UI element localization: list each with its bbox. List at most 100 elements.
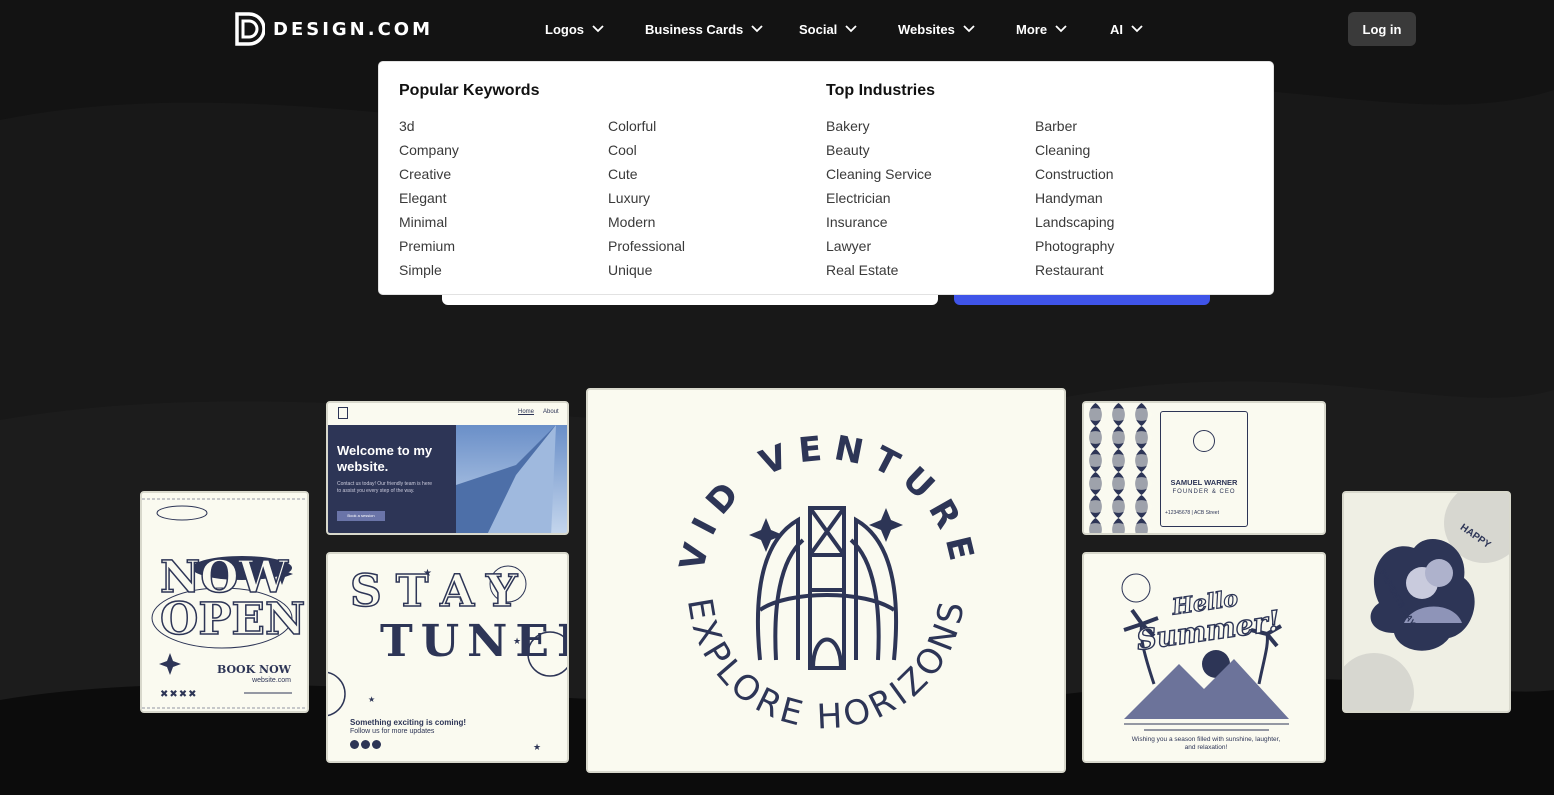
keyword-link[interactable]: Cool <box>608 138 685 162</box>
card-logo-icon <box>1193 430 1215 452</box>
nav-more-label: More <box>1016 21 1048 37</box>
industry-link[interactable]: Bakery <box>826 114 932 138</box>
keyword-link[interactable]: Unique <box>608 258 685 282</box>
industry-link[interactable]: Landscaping <box>1035 210 1114 234</box>
keyword-link[interactable]: Cute <box>608 162 685 186</box>
book-now-text: BOOK NOW <box>216 663 291 676</box>
industry-link[interactable]: Restaurant <box>1035 258 1114 282</box>
industry-link[interactable]: Lawyer <box>826 234 932 258</box>
website-text: website.com <box>252 677 291 684</box>
industry-link[interactable]: Real Estate <box>826 258 932 282</box>
logos-dropdown-menu: Popular Keywords Top Industries 3d Compa… <box>378 61 1274 295</box>
nav-business-cards[interactable]: Business Cards <box>645 20 763 38</box>
keyword-link[interactable]: Modern <box>608 210 685 234</box>
svg-text:★: ★ <box>533 742 541 752</box>
open-text: OPEN <box>159 594 306 645</box>
keyword-link[interactable]: Elegant <box>399 186 459 210</box>
building-image <box>456 425 567 533</box>
nav-ai[interactable]: AI <box>1110 20 1143 38</box>
website-cta: Book a session <box>337 511 385 521</box>
stay-tuned-follow: Follow us for more updates <box>350 728 435 735</box>
top-navigation: DESIGN.COM Logos Business Cards Social W… <box>0 0 1554 58</box>
hello-summer-post-card[interactable]: Hello Summer! Wishing you a season fille… <box>1082 552 1326 763</box>
social-icons <box>350 740 381 749</box>
card-contact: +12345678 | ACB Street <box>1165 510 1219 516</box>
website-navbar: Home About <box>328 403 567 425</box>
website-body: Contact us today! Our friendly team is h… <box>337 481 433 494</box>
summer-illustration <box>1121 573 1289 731</box>
x-marks: ✖✖✖✖ <box>160 689 198 700</box>
website-nav-about: About <box>543 409 559 415</box>
keyword-link[interactable]: 3d <box>399 114 459 138</box>
chevron-down-icon <box>751 25 763 33</box>
keyword-link[interactable]: Colorful <box>608 114 685 138</box>
brand-name: DESIGN.COM <box>273 18 433 40</box>
design-logo-icon <box>235 12 265 46</box>
industry-link[interactable]: Barber <box>1035 114 1114 138</box>
industries-column-1: Bakery Beauty Cleaning Service Electrici… <box>826 114 932 282</box>
nav-websites-label: Websites <box>898 21 955 37</box>
industry-link[interactable]: Handyman <box>1035 186 1114 210</box>
parents-day-post-card[interactable]: HAPPY PARENTS DAY <box>1342 491 1511 713</box>
industry-link[interactable]: Photography <box>1035 234 1114 258</box>
keywords-column-2: Colorful Cool Cute Luxury Modern Profess… <box>608 114 685 282</box>
summer-wish: Wishing you a season filled with sunshin… <box>1131 736 1281 751</box>
avid-ventures-artwork: AVID VENTURES EXPLORE HORIZONS <box>588 390 1064 771</box>
industry-link[interactable]: Construction <box>1035 162 1114 186</box>
now-text: NOW <box>159 552 288 603</box>
industries-column-2: Barber Cleaning Construction Handyman La… <box>1035 114 1114 282</box>
industry-link[interactable]: Cleaning <box>1035 138 1114 162</box>
industry-link[interactable]: Beauty <box>826 138 932 162</box>
stay-tuned-poster-card[interactable]: ★ ★ ★ ★ ★ STAY TUNED Something exciting … <box>326 552 569 763</box>
nav-social-label: Social <box>799 21 838 37</box>
nav-websites[interactable]: Websites <box>898 20 975 38</box>
tuned-text: TUNED <box>380 616 567 667</box>
login-button[interactable]: Log in <box>1348 12 1416 46</box>
keyword-link[interactable]: Simple <box>399 258 459 282</box>
instagram-icon <box>372 740 381 749</box>
stay-tuned-tagline: Something exciting is coming! <box>350 718 467 727</box>
chevron-down-icon <box>1055 25 1067 33</box>
now-open-title: NOW OPEN <box>159 552 306 645</box>
brand-logo[interactable]: DESIGN.COM <box>235 12 433 46</box>
website-headline: Welcome to my website. <box>337 443 433 474</box>
chevron-down-icon <box>963 25 975 33</box>
website-nav-home: Home <box>518 409 535 415</box>
nav-business-cards-label: Business Cards <box>645 21 744 37</box>
stay-text: STAY <box>349 565 532 618</box>
card-name: SAMUEL WARNER <box>1170 478 1238 487</box>
industry-link[interactable]: Cleaning Service <box>826 162 932 186</box>
keyword-link[interactable]: Luxury <box>608 186 685 210</box>
card-title: FOUNDER & CEO <box>1172 489 1236 495</box>
facebook-icon <box>350 740 359 749</box>
industry-link[interactable]: Insurance <box>826 210 932 234</box>
top-industries-heading: Top Industries <box>826 82 936 99</box>
card-frame: SAMUEL WARNER FOUNDER & CEO +12345678 | … <box>1160 411 1248 527</box>
keyword-link[interactable]: Professional <box>608 234 685 258</box>
website-template-card[interactable]: Home About Welcome to my website. Contac… <box>326 401 569 535</box>
industry-link[interactable]: Electrician <box>826 186 932 210</box>
keyword-link[interactable]: Company <box>399 138 459 162</box>
chevron-down-icon <box>1131 25 1143 33</box>
avid-ventures-logo-card[interactable]: AVID VENTURES EXPLORE HORIZONS <box>586 388 1066 773</box>
chevron-down-icon <box>592 25 604 33</box>
mini-logo-icon <box>338 407 348 419</box>
nav-more[interactable]: More <box>1016 20 1067 38</box>
nav-logos[interactable]: Logos <box>545 20 604 38</box>
nav-logos-label: Logos <box>545 21 584 37</box>
chevron-down-icon <box>845 25 857 33</box>
geometric-pattern <box>1084 403 1154 533</box>
svg-text:★: ★ <box>368 695 375 704</box>
keywords-column-1: 3d Company Creative Elegant Minimal Prem… <box>399 114 459 282</box>
nav-social[interactable]: Social <box>799 20 857 38</box>
keyword-link[interactable]: Minimal <box>399 210 459 234</box>
parents-day-illustration <box>1344 493 1509 711</box>
twitter-icon <box>361 740 370 749</box>
business-card-template-card[interactable]: SAMUEL WARNER FOUNDER & CEO +12345678 | … <box>1082 401 1326 535</box>
website-hero-panel: Welcome to my website. Contact us today!… <box>328 425 456 533</box>
popular-keywords-heading: Popular Keywords <box>399 82 540 99</box>
keyword-link[interactable]: Creative <box>399 162 459 186</box>
nav-ai-label: AI <box>1110 21 1123 37</box>
now-open-poster-card[interactable]: NOW OPEN BOOK NOW website.com ✖✖✖✖ <box>140 491 309 713</box>
keyword-link[interactable]: Premium <box>399 234 459 258</box>
